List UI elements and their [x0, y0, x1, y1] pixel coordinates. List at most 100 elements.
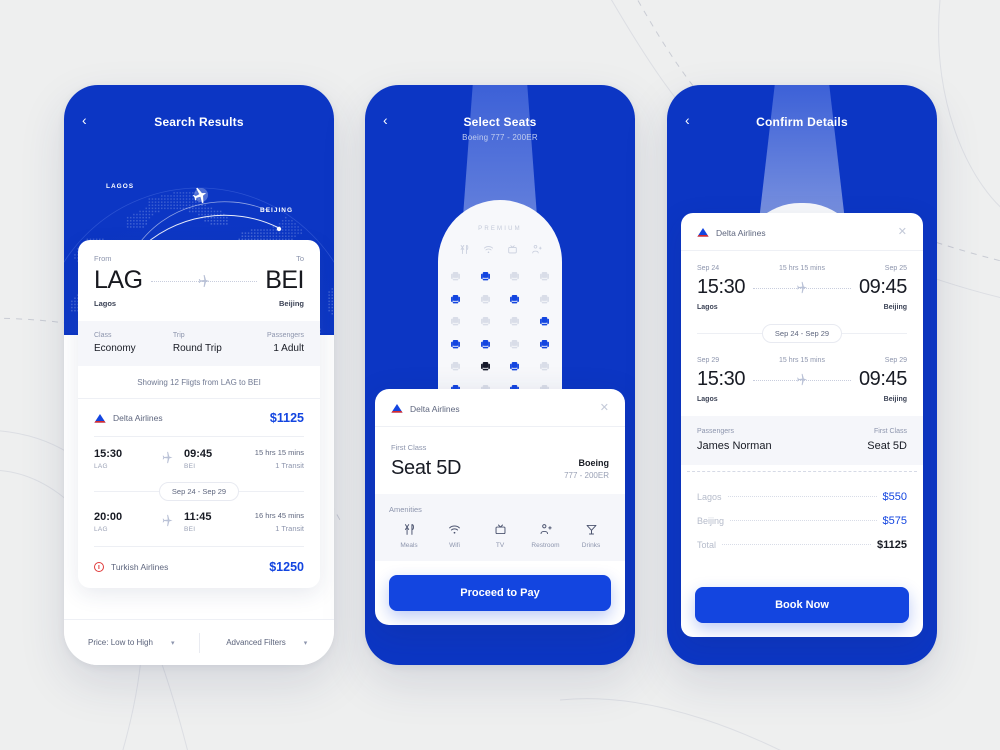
leg2-depart-code: LAG	[94, 526, 108, 533]
seat-taken[interactable]	[509, 359, 520, 377]
ticket-leg-outbound: Sep 24 15 hrs 15 mins Sep 25 15:30 09:45…	[681, 251, 923, 324]
seat-taken[interactable]	[480, 337, 491, 355]
fare-label: Lagos	[697, 492, 722, 502]
seat-free[interactable]	[509, 269, 520, 287]
seat-taken[interactable]	[539, 314, 550, 332]
back-button-seats[interactable]: ‹	[383, 113, 388, 127]
tv-icon	[495, 524, 505, 535]
proceed-to-pay-button[interactable]: Proceed to Pay	[389, 575, 611, 611]
airline-name-delta: Delta Airlines	[113, 413, 163, 423]
class-value: Economy	[94, 343, 136, 354]
sort-dropdown[interactable]: Price: Low to High ▾	[64, 638, 199, 647]
book-now-button[interactable]: Book Now	[695, 587, 909, 623]
chevron-down-icon: ▾	[303, 639, 308, 647]
aircraft-model: 777 - 200ER	[564, 471, 609, 480]
airplane-icon	[198, 274, 210, 287]
seat-free[interactable]	[450, 269, 461, 287]
ticket-airline-name: Delta Airlines	[716, 227, 766, 238]
seat-free[interactable]	[539, 292, 550, 310]
phone-search-results: LAGOS BEIJING ‹ Search Results From To L…	[64, 85, 334, 665]
out-connector	[753, 281, 851, 294]
globe-origin-label: LAGOS	[106, 183, 135, 190]
seat-row	[450, 337, 550, 355]
amenity-wifi: Wifi	[435, 523, 475, 549]
selected-seat-number: Seat 5D	[391, 457, 462, 479]
phone1-header: Search Results	[64, 115, 334, 129]
ret-arrive-date: Sep 29	[884, 357, 907, 364]
back-button-search[interactable]: ‹	[82, 113, 87, 127]
amenity-restroom: Restroom	[526, 523, 566, 549]
ticket-class-label: First Class	[873, 428, 907, 435]
delta-logo-icon	[697, 228, 709, 237]
out-depart-time: 15:30	[697, 276, 746, 298]
delta-logo-icon	[94, 413, 106, 423]
ticket-seat-number: Seat 5D	[867, 440, 907, 452]
airline-name-turkish: Turkish Airlines	[111, 562, 169, 572]
close-icon[interactable]: ✕	[898, 227, 907, 238]
seat-row	[450, 314, 550, 332]
seat-free[interactable]	[450, 359, 461, 377]
close-icon[interactable]: ✕	[600, 403, 609, 414]
out-arrive-date: Sep 25	[884, 265, 907, 272]
amenity-label: Drinks	[581, 542, 601, 549]
seat-free[interactable]	[509, 337, 520, 355]
leg1-duration: 15 hrs 15 mins	[254, 448, 304, 457]
seat-taken[interactable]	[450, 337, 461, 355]
seat-free[interactable]	[539, 269, 550, 287]
out-duration: 15 hrs 15 mins	[779, 265, 825, 272]
flight-leg-outbound: 15:30 LAG 09:45 BEI 15 hrs 15 mins 1 Tra…	[94, 436, 304, 470]
advanced-filters-label: Advanced Filters	[226, 638, 286, 647]
seat-taken[interactable]	[480, 269, 491, 287]
phone2-header: Select Seats Boeing 777 - 200ER	[365, 115, 635, 142]
ticket-leg-return: Sep 29 15 hrs 15 mins Sep 29 15:30 09:45…	[681, 343, 923, 416]
flight-result-delta[interactable]: Delta Airlines $1125 15:30 LAG 09:45 BEI	[78, 399, 320, 547]
back-button-confirm[interactable]: ‹	[685, 113, 690, 127]
chevron-down-icon: ▾	[170, 639, 175, 647]
fare-total-value: $1125	[877, 539, 907, 551]
to-label: To	[296, 254, 304, 263]
trip-date-pill: Sep 24 - Sep 29	[158, 482, 240, 501]
to-code[interactable]: BEI	[265, 266, 304, 295]
ticket-perforation	[681, 465, 923, 477]
flight-leg-return: 20:00 LAG 11:45 BEI 16 hrs 45 mins 1 Tra…	[94, 501, 304, 533]
ret-arrive-city: Beijing	[883, 396, 907, 403]
search-summary-card: From To LAG BEI Lagos Beijing Class Econ…	[78, 240, 320, 588]
fare-row: Lagos $550	[697, 491, 907, 503]
advanced-filters-dropdown[interactable]: Advanced Filters ▾	[200, 638, 335, 647]
airline-row-delta: Delta Airlines	[94, 413, 163, 423]
seat-taken[interactable]	[509, 292, 520, 310]
seat-taken[interactable]	[539, 337, 550, 355]
out-arrive-city: Beijing	[883, 304, 907, 311]
seat-free[interactable]	[480, 292, 491, 310]
passenger-section: Passengers First Class James Norman Seat…	[681, 416, 923, 465]
amenity-label: Wifi	[449, 542, 460, 549]
seat-selected[interactable]	[480, 359, 491, 377]
flight-result-turkish[interactable]: Turkish Airlines $1250	[78, 547, 320, 588]
out-depart-city: Lagos	[697, 304, 718, 311]
seat-free[interactable]	[480, 314, 491, 332]
from-code[interactable]: LAG	[94, 266, 143, 295]
results-count-note: Showing 12 Fligts from LAG to BEI	[78, 366, 320, 399]
ticket-date-separator: Sep 24 - Sep 29	[697, 324, 907, 343]
restroom-icon	[531, 244, 542, 254]
trip-option[interactable]: Trip Round Trip	[173, 332, 222, 354]
sheet-header: Delta Airlines ✕	[375, 389, 625, 427]
leg1-plane-icon	[150, 448, 184, 464]
amenity-label: Meals	[400, 542, 418, 549]
seat-free[interactable]	[509, 314, 520, 332]
passengers-label: Passengers	[267, 332, 304, 339]
ret-arrive-time: 09:45	[858, 368, 907, 390]
seat-free[interactable]	[450, 314, 461, 332]
aircraft-brand: Boeing	[578, 458, 610, 468]
meals-icon	[404, 524, 414, 535]
ret-depart-date: Sep 29	[697, 357, 720, 364]
class-option[interactable]: Class Economy	[94, 332, 136, 354]
leg1-transit: 1 Transit	[275, 461, 304, 470]
seat-free[interactable]	[539, 359, 550, 377]
ret-depart-time: 15:30	[697, 368, 746, 390]
ret-connector	[753, 373, 851, 386]
page-title-seats: Select Seats	[463, 115, 537, 129]
seat-taken[interactable]	[450, 292, 461, 310]
cabin-section-label: PREMIUM	[478, 226, 522, 232]
passengers-option[interactable]: Passengers 1 Adult	[267, 332, 304, 354]
